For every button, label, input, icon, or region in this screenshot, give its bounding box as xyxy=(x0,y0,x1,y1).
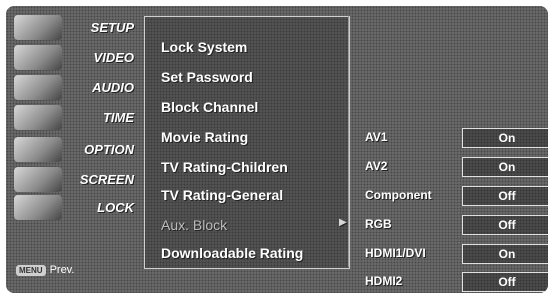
sidebar-item-label: AUDIO xyxy=(92,80,134,95)
prev-label: Prev. xyxy=(49,264,75,276)
menu-item-label: Aux. Block xyxy=(161,217,228,233)
menu-item-label: Movie Rating xyxy=(161,129,249,145)
category-sidebar: SETUP VIDEO AUDIO TIME OPTION SCREEN LOC… xyxy=(6,6,144,293)
option-toggle-component[interactable]: Off xyxy=(462,186,548,206)
option-toggle-hdmi1-dvi[interactable]: On xyxy=(462,244,548,264)
sidebar-item-label: LOCK xyxy=(97,200,134,215)
option-label: RGB xyxy=(365,217,392,231)
setup-thumbnail-icon xyxy=(14,15,62,40)
option-toggle-av2[interactable]: On xyxy=(462,157,548,177)
option-row-hdmi1-dvi: HDMI1/DVI On xyxy=(357,244,548,264)
menu-item-tv-rating-general[interactable]: TV Rating-General xyxy=(161,187,283,211)
option-label: HDMI1/DVI xyxy=(365,246,426,260)
sidebar-item-video[interactable]: VIDEO xyxy=(6,42,144,72)
screen-thumbnail-icon xyxy=(14,167,62,192)
menu-item-label: Set Password xyxy=(161,69,253,85)
menu-item-label: Block Channel xyxy=(161,99,259,115)
option-thumbnail-icon xyxy=(14,137,62,162)
sidebar-item-option[interactable]: OPTION xyxy=(6,134,144,164)
option-row-hdmi2: HDMI2 Off xyxy=(357,272,548,292)
time-thumbnail-icon xyxy=(14,105,62,130)
menu-item-label: Downloadable Rating xyxy=(161,245,304,261)
sidebar-item-label: OPTION xyxy=(84,142,134,157)
menu-item-label: TV Rating-General xyxy=(161,187,284,203)
option-label: AV2 xyxy=(365,159,388,173)
menu-item-block-channel[interactable]: Block Channel xyxy=(161,99,258,123)
sidebar-item-label: SCREEN xyxy=(79,172,134,187)
option-row-av2: AV2 On xyxy=(357,157,548,177)
menu-item-movie-rating[interactable]: Movie Rating xyxy=(161,129,248,153)
menu-key-icon: MENU xyxy=(16,264,46,276)
option-toggle-av1[interactable]: On xyxy=(462,128,548,148)
menu-item-label: TV Rating-Children xyxy=(161,159,288,175)
sidebar-item-screen[interactable]: SCREEN xyxy=(6,164,144,194)
option-row-rgb: RGB Off xyxy=(357,215,548,235)
arrow-right-icon: ▶ xyxy=(339,217,347,228)
sidebar-item-audio[interactable]: AUDIO xyxy=(6,72,144,102)
option-toggle-hdmi2[interactable]: Off xyxy=(462,272,548,292)
sidebar-item-setup[interactable]: SETUP xyxy=(6,12,144,42)
option-label: AV1 xyxy=(365,130,388,144)
menu-item-label: Lock System xyxy=(161,39,248,55)
menu-item-set-password[interactable]: Set Password xyxy=(161,69,253,93)
aux-block-options: AV1 On AV2 On Component Off RGB Off HDMI… xyxy=(348,16,548,292)
lock-thumbnail-icon xyxy=(14,195,62,220)
option-toggle-rgb[interactable]: Off xyxy=(462,215,548,235)
sidebar-item-lock[interactable]: LOCK xyxy=(6,192,144,222)
menu-item-aux-block[interactable]: Aux. Block ▶ xyxy=(161,217,351,241)
sidebar-item-time[interactable]: TIME xyxy=(6,102,144,132)
sidebar-item-label: SETUP xyxy=(90,20,134,35)
sidebar-item-label: TIME xyxy=(102,110,134,125)
sidebar-item-label: VIDEO xyxy=(93,50,134,65)
option-label: HDMI2 xyxy=(365,274,403,288)
prev-hint[interactable]: MENU Prev. xyxy=(16,264,74,276)
option-row-component: Component Off xyxy=(357,186,548,206)
audio-thumbnail-icon xyxy=(14,75,62,100)
option-label: Component xyxy=(365,188,432,202)
menu-item-downloadable-rating[interactable]: Downloadable Rating xyxy=(161,245,303,269)
option-row-av1: AV1 On xyxy=(357,128,548,148)
video-thumbnail-icon xyxy=(14,45,62,70)
menu-item-lock-system[interactable]: Lock System xyxy=(161,39,247,63)
lock-submenu: Lock System Set Password Block Channel M… xyxy=(144,16,350,269)
menu-item-tv-rating-children[interactable]: TV Rating-Children xyxy=(161,159,288,183)
tv-menu-screen: SETUP VIDEO AUDIO TIME OPTION SCREEN LOC… xyxy=(6,6,548,293)
